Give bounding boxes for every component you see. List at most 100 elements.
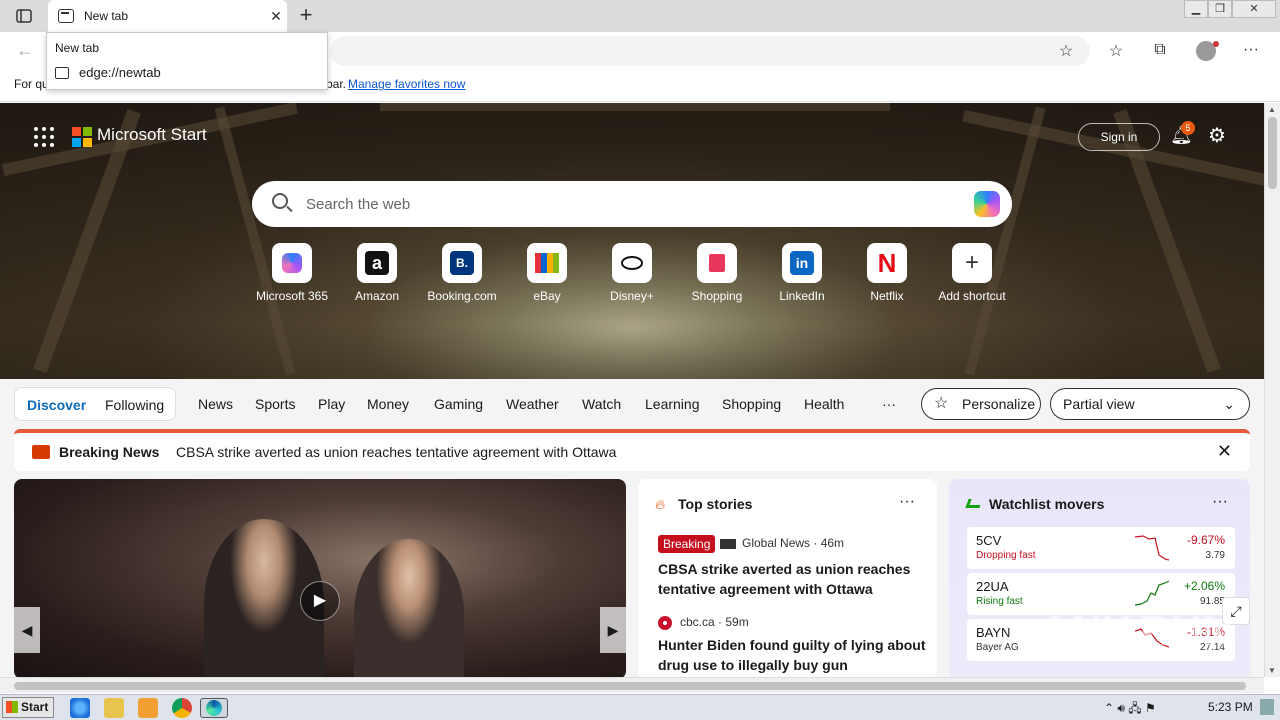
stock-change: +2.06% — [1183, 579, 1225, 593]
netflix-icon: N — [867, 243, 907, 283]
apps-launcher-icon[interactable] — [34, 127, 54, 147]
view-select[interactable]: Partial view ⌄ — [1050, 388, 1250, 420]
nav-item-gaming[interactable]: Gaming — [434, 396, 483, 412]
tile-booking[interactable]: B. Booking.com — [422, 243, 502, 303]
close-icon[interactable]: ✕ — [1217, 441, 1232, 462]
vertical-scrollbar[interactable]: ▲ ▼ — [1264, 103, 1280, 677]
more-options-button[interactable]: ··· — [1212, 493, 1228, 511]
new-tab-button[interactable]: + — [294, 4, 318, 28]
featured-video-card[interactable]: ▶ ◀ ▶ — [14, 479, 626, 677]
tile-ebay[interactable]: eBay — [507, 243, 587, 303]
scroll-thumb[interactable] — [1268, 117, 1277, 189]
copilot-icon[interactable] — [974, 191, 1000, 217]
stock-symbol: 22UA — [976, 579, 1009, 594]
play-icon[interactable]: ▶ — [300, 581, 340, 621]
linkedin-icon: in — [782, 243, 822, 283]
add-favorite-icon[interactable]: ☆ — [1055, 41, 1077, 63]
sparkline-icon — [1135, 580, 1169, 606]
address-suggestions-dropdown: New tab edge://newtab — [46, 32, 328, 90]
tab-discover[interactable]: Discover — [27, 397, 86, 413]
trend-icon — [965, 499, 983, 508]
breaking-headline[interactable]: CBSA strike averted as union reaches ten… — [176, 444, 616, 460]
restore-button[interactable]: ❐ — [1208, 0, 1232, 18]
close-window-button[interactable]: ✕ — [1232, 0, 1276, 18]
tab-close-icon[interactable]: ✕ — [265, 8, 287, 25]
tile-label: Amazon — [354, 289, 400, 303]
media-player-icon[interactable] — [138, 698, 158, 718]
nav-item-weather[interactable]: Weather — [506, 396, 559, 412]
back-icon[interactable]: ← — [16, 40, 34, 61]
carousel-next-button[interactable]: ▶ — [600, 607, 626, 653]
nav-item-news[interactable]: News — [198, 396, 233, 412]
suggestion-item[interactable]: edge://newtab — [55, 65, 161, 80]
tab-actions-icon — [16, 9, 32, 23]
show-desktop-button[interactable] — [1260, 699, 1274, 715]
start-button[interactable]: Start — [2, 697, 54, 718]
tile-linkedin[interactable]: in LinkedIn — [762, 243, 842, 303]
watchlist-title: Watchlist movers — [989, 496, 1105, 512]
minimize-button[interactable]: ▁ — [1184, 0, 1208, 18]
tile-microsoft-365[interactable]: Microsoft 365 — [252, 243, 332, 303]
personalize-button[interactable]: ☆ Personalize — [921, 388, 1041, 420]
tile-label: eBay — [533, 289, 561, 303]
tab-actions-button[interactable] — [10, 6, 38, 26]
tab-title: New tab — [84, 9, 129, 23]
more-options-button[interactable]: ··· — [899, 493, 915, 511]
nav-item-learning[interactable]: Learning — [645, 396, 700, 412]
address-bar[interactable] — [330, 36, 1090, 66]
scroll-thumb[interactable] — [14, 682, 1246, 690]
tile-amazon[interactable]: a Amazon — [337, 243, 417, 303]
nav-more-button[interactable]: ··· — [882, 396, 896, 412]
breaking-news-banner[interactable]: Breaking News CBSA strike averted as uni… — [14, 429, 1250, 471]
nav-item-play[interactable]: Play — [318, 396, 345, 412]
dropdown-heading: New tab — [55, 41, 100, 55]
favorites-bar-text-end: bar. — [326, 77, 347, 91]
quick-links: Microsoft 365 a Amazon B. Booking.com eB… — [252, 243, 1012, 303]
search-input[interactable] — [306, 191, 946, 217]
nav-item-watch[interactable]: Watch — [582, 396, 621, 412]
notification-badge: 5 — [1181, 121, 1195, 135]
gear-icon[interactable]: ⚙ — [1208, 123, 1226, 148]
favorites-icon[interactable]: ☆ — [1105, 41, 1127, 63]
chevron-down-icon: ⌄ — [1223, 396, 1235, 412]
story-source: Global News · 46m — [720, 536, 844, 550]
nav-item-sports[interactable]: Sports — [255, 396, 295, 412]
scroll-up-icon[interactable]: ▲ — [1268, 105, 1276, 114]
stock-symbol: 5CV — [976, 533, 1002, 548]
newtab-favicon-icon — [58, 9, 74, 23]
carousel-prev-button[interactable]: ◀ — [14, 607, 40, 653]
fire-icon: 🔥︎ — [655, 496, 666, 512]
story-headline[interactable]: CBSA strike averted as union reaches ten… — [658, 559, 928, 599]
tab-new-tab[interactable]: New tab ✕ — [48, 0, 287, 32]
story-headline[interactable]: Hunter Biden found guilty of lying about… — [658, 635, 928, 675]
file-explorer-icon[interactable] — [104, 698, 124, 718]
nav-item-health[interactable]: Health — [804, 396, 844, 412]
tile-shopping[interactable]: Shopping — [677, 243, 757, 303]
stock-row[interactable]: 5CV Dropping fast -9.67% 3.79 — [967, 527, 1235, 569]
horizontal-scrollbar[interactable] — [0, 677, 1264, 693]
tile-netflix[interactable]: N Netflix — [847, 243, 927, 303]
internet-explorer-icon[interactable] — [70, 698, 90, 718]
nav-item-shopping[interactable]: Shopping — [722, 396, 781, 412]
edge-icon[interactable] — [200, 698, 228, 718]
sign-in-button[interactable]: Sign in — [1078, 123, 1160, 151]
tile-add-shortcut[interactable]: + Add shortcut — [932, 243, 1012, 303]
nav-item-money[interactable]: Money — [367, 396, 409, 412]
stock-subtitle: Dropping fast — [976, 550, 1036, 561]
collections-icon[interactable]: ⧉ — [1149, 41, 1171, 63]
view-select-value: Partial view — [1063, 396, 1135, 412]
shopping-icon — [697, 243, 737, 283]
breaking-badge: Breaking — [658, 535, 716, 553]
tab-following[interactable]: Following — [105, 397, 164, 413]
brand-title[interactable]: Microsoft Start — [97, 125, 207, 145]
stock-symbol: BAYN — [976, 625, 1011, 640]
manage-favorites-link[interactable]: Manage favorites now — [348, 77, 465, 91]
profile-avatar[interactable] — [1196, 41, 1219, 61]
chrome-icon[interactable] — [172, 698, 192, 718]
clock[interactable]: 5:23 PM — [1208, 700, 1253, 714]
system-tray-icons[interactable]: ⌃ 🔊︎ 🖧 ⚑ — [1104, 699, 1156, 720]
settings-more-icon[interactable]: ··· — [1240, 41, 1262, 63]
personalize-label: Personalize — [962, 396, 1036, 412]
scroll-down-icon[interactable]: ▼ — [1268, 666, 1276, 675]
tile-disney[interactable]: Disney+ — [592, 243, 672, 303]
